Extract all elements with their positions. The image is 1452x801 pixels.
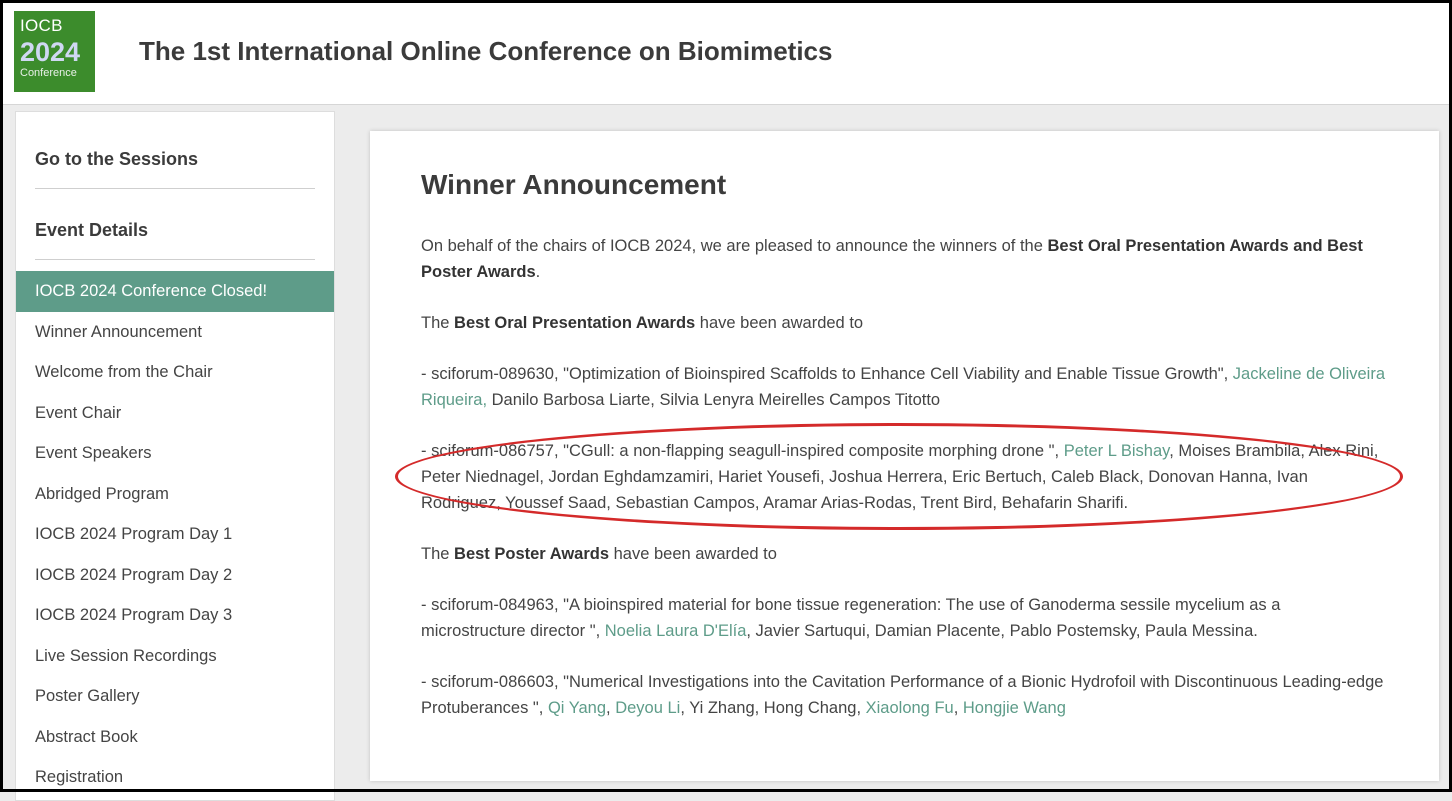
logo-line-3: Conference <box>20 67 77 79</box>
author-link-xiaolong-fu[interactable]: Xiaolong Fu <box>866 699 954 717</box>
author-link-deyou-li[interactable]: Deyou Li <box>615 699 680 717</box>
intro-end: . <box>535 263 541 281</box>
main-content: Winner Announcement On behalf of the cha… <box>370 131 1439 781</box>
sidebar-item-live-recordings[interactable]: Live Session Recordings <box>16 636 334 677</box>
author-link-hongjie-wang[interactable]: Hongjie Wang <box>963 699 1066 717</box>
author-link-bishay[interactable]: Peter L Bishay <box>1064 442 1169 460</box>
sidebar-item-abstract-book[interactable]: Abstract Book <box>16 717 334 758</box>
entry-authors: , Javier Sartuqui, Damian Placente, Pabl… <box>746 622 1258 640</box>
logo-line-2: 2024 <box>20 37 81 67</box>
oral-intro-post: have been awarded to <box>695 314 864 332</box>
oral-entry-1: - sciforum-089630, "Optimization of Bioi… <box>421 361 1389 413</box>
poster-intro-post: have been awarded to <box>609 545 777 563</box>
poster-intro-bold: Best Poster Awards <box>454 545 610 563</box>
oral-entry-2: - sciforum-086757, "CGull: a non-flappin… <box>421 438 1389 516</box>
sidebar-item-poster-gallery[interactable]: Poster Gallery <box>16 676 334 717</box>
sidebar-item-registration[interactable]: Registration <box>16 757 334 798</box>
entry-authors: , Yi Zhang, Hong Chang, <box>680 699 866 717</box>
oral-awards-intro: The Best Oral Presentation Awards have b… <box>421 310 1389 336</box>
poster-entry-1: - sciforum-084963, "A bioinspired materi… <box>421 592 1389 644</box>
sidebar-item-program-day-3[interactable]: IOCB 2024 Program Day 3 <box>16 595 334 636</box>
poster-entry-2: - sciforum-086603, "Numerical Investigat… <box>421 669 1389 721</box>
sidebar-nav: IOCB 2024 Conference Closed! Winner Anno… <box>16 271 334 798</box>
site-header: IOCB 2024 Conference The 1st Internation… <box>0 0 1452 105</box>
sidebar-item-conference-closed[interactable]: IOCB 2024 Conference Closed! <box>16 271 334 312</box>
entry-authors: Danilo Barbosa Liarte, Silvia Lenyra Mei… <box>487 391 941 409</box>
separator: , <box>606 699 616 717</box>
intro-text: On behalf of the chairs of IOCB 2024, we… <box>421 237 1048 255</box>
go-to-sessions-link[interactable]: Go to the Sessions <box>35 112 315 189</box>
poster-awards-intro: The Best Poster Awards have been awarded… <box>421 541 1389 567</box>
sidebar-item-program-day-1[interactable]: IOCB 2024 Program Day 1 <box>16 514 334 555</box>
sidebar-item-welcome[interactable]: Welcome from the Chair <box>16 352 334 393</box>
sidebar-item-winner-announcement[interactable]: Winner Announcement <box>16 312 334 353</box>
author-link-delia[interactable]: Noelia Laura D'Elía <box>605 622 747 640</box>
page-title: Winner Announcement <box>421 169 727 200</box>
author-link-qi-yang[interactable]: Qi Yang <box>548 699 606 717</box>
site-title: The 1st International Online Conference … <box>139 36 833 66</box>
intro-paragraph: On behalf of the chairs of IOCB 2024, we… <box>421 233 1389 285</box>
oral-intro-pre: The <box>421 314 455 332</box>
sidebar-item-abridged-program[interactable]: Abridged Program <box>16 474 334 515</box>
conference-logo[interactable]: IOCB 2024 Conference <box>14 11 95 92</box>
oral-intro-bold: Best Oral Presentation Awards <box>454 314 696 332</box>
sidebar-item-event-chair[interactable]: Event Chair <box>16 393 334 434</box>
sidebar-item-program-day-2[interactable]: IOCB 2024 Program Day 2 <box>16 555 334 596</box>
entry-text: - sciforum-089630, "Optimization of Bioi… <box>421 365 1233 383</box>
event-details-heading: Event Details <box>35 189 315 260</box>
poster-intro-pre: The <box>421 545 455 563</box>
sidebar-item-event-speakers[interactable]: Event Speakers <box>16 433 334 474</box>
logo-line-1: IOCB <box>20 16 63 35</box>
entry-text: - sciforum-086757, "CGull: a non-flappin… <box>421 442 1064 460</box>
separator: , <box>953 699 963 717</box>
sidebar: Go to the Sessions Event Details IOCB 20… <box>15 111 335 801</box>
